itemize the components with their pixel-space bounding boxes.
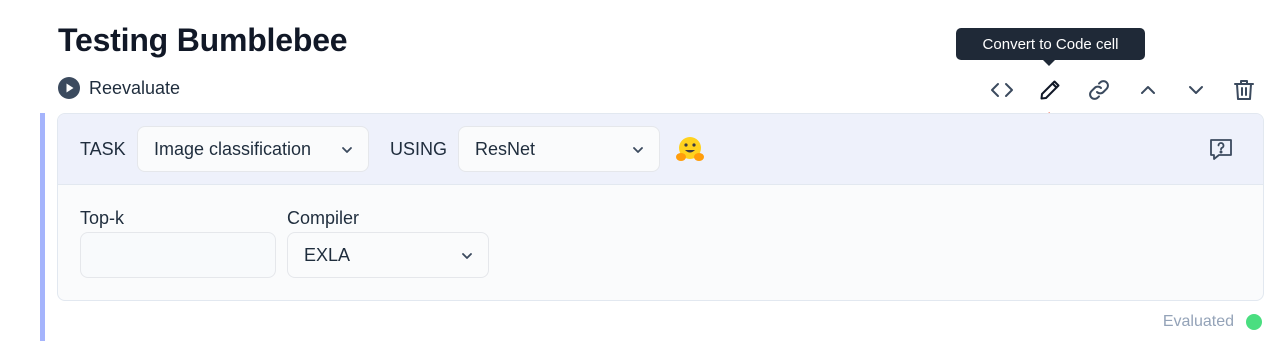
task-select[interactable]: Image classification [137, 126, 369, 172]
task-caption: TASK [80, 139, 126, 159]
top-k-input[interactable] [80, 232, 276, 278]
hugging-face-icon [676, 137, 704, 161]
status-dot-icon [1246, 314, 1262, 330]
cell-focus-indicator [40, 113, 45, 341]
toggle-source-button[interactable] [988, 76, 1016, 104]
using-caption: USING [390, 139, 448, 159]
top-k-label: Top-k [80, 208, 125, 228]
compiler-select[interactable]: EXLA [287, 232, 489, 278]
chevron-down-icon [462, 253, 472, 259]
trash-icon [1234, 80, 1254, 100]
move-down-button[interactable] [1182, 76, 1210, 104]
task-select-value: Image classification [154, 138, 312, 159]
help-icon[interactable] [1208, 137, 1234, 163]
convert-to-code-button[interactable] [1036, 76, 1064, 104]
evaluation-status: Evaluated [1163, 313, 1262, 331]
pencil-icon [1040, 80, 1060, 100]
chevron-up-icon [1141, 86, 1155, 94]
chevron-down-icon [1189, 86, 1203, 94]
delete-button[interactable] [1230, 76, 1258, 104]
tooltip: Convert to Code cell [956, 28, 1145, 66]
smart-cell-header: TASK Image classification USING ResNet [58, 114, 1263, 185]
chevron-down-icon [633, 147, 643, 153]
chevron-down-icon [342, 147, 352, 153]
move-up-button[interactable] [1134, 76, 1162, 104]
cell-toolbar [0, 74, 1280, 104]
status-text: Evaluated [1162, 313, 1234, 330]
code-icon [991, 83, 1013, 97]
link-icon [1089, 80, 1109, 100]
smart-cell: TASK Image classification USING ResNet T… [57, 113, 1264, 301]
compiler-select-value: EXLA [304, 244, 351, 265]
compiler-label: Compiler [287, 208, 360, 228]
link-button[interactable] [1085, 76, 1113, 104]
model-select[interactable]: ResNet [458, 126, 660, 172]
section-title: Testing Bumblebee [58, 22, 348, 58]
model-select-value: ResNet [475, 138, 536, 159]
